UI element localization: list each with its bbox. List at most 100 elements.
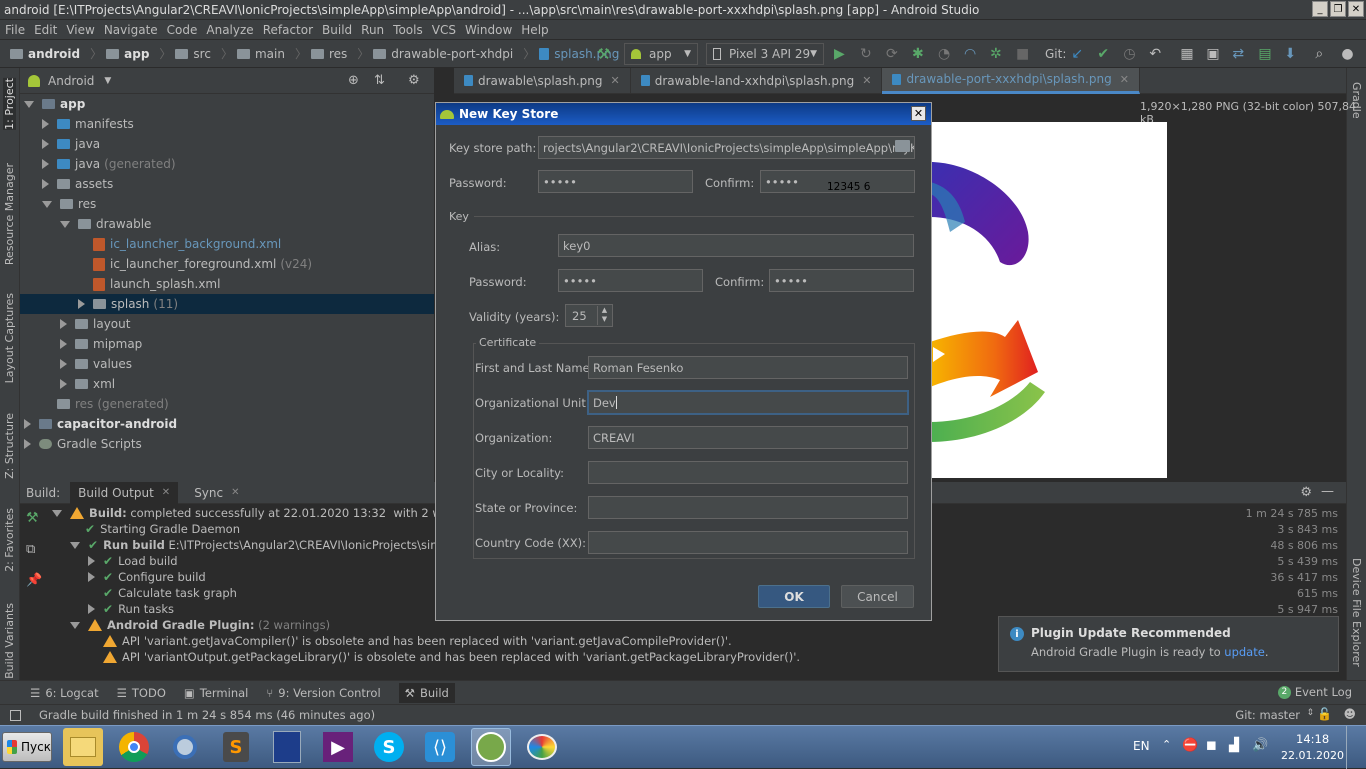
apply-changes-icon[interactable]: ↻: [860, 46, 876, 62]
sdk-manager-icon[interactable]: ⬇: [1284, 46, 1300, 62]
menu-navigate[interactable]: Navigate: [104, 23, 158, 37]
menu-tools[interactable]: Tools: [393, 23, 423, 37]
chevron-right-icon[interactable]: [88, 556, 95, 566]
tray-expand-icon[interactable]: ⌃: [1162, 738, 1171, 751]
run-icon[interactable]: ▶: [834, 46, 850, 62]
menu-edit[interactable]: Edit: [34, 23, 57, 37]
chevron-right-icon[interactable]: [42, 179, 49, 189]
breadcrumb-drawable-port-xhdpi[interactable]: drawable-port-xhdpi: [373, 47, 513, 61]
name-field[interactable]: Roman Fesenko: [588, 356, 908, 379]
chevron-right-icon[interactable]: [42, 119, 49, 129]
tray-volume-icon[interactable]: 🔊: [1252, 738, 1268, 753]
update-link[interactable]: update: [1224, 645, 1265, 659]
tree-item-app[interactable]: app: [20, 94, 434, 114]
project-tool-button[interactable]: 1: Project: [3, 78, 16, 130]
breadcrumb-android[interactable]: android: [10, 47, 80, 61]
skype-icon[interactable]: S: [369, 728, 409, 766]
tree-item-xml[interactable]: xml: [20, 374, 434, 394]
calculator-icon[interactable]: [267, 728, 307, 766]
chevron-down-icon[interactable]: ▼: [104, 76, 111, 86]
chevron-down-icon[interactable]: [24, 100, 34, 108]
start-button[interactable]: Пуск: [2, 732, 52, 762]
toggle-view-icon[interactable]: ⧉: [26, 542, 44, 557]
inspector-icon[interactable]: ☻: [1343, 707, 1356, 721]
tree-item-java[interactable]: java: [20, 134, 434, 154]
close-tab-icon[interactable]: ✕: [862, 74, 871, 87]
git-commit-icon[interactable]: ✔: [1097, 46, 1113, 62]
chevron-down-icon[interactable]: [60, 220, 70, 228]
android-studio-icon[interactable]: [471, 728, 511, 766]
chrome-icon[interactable]: [114, 728, 154, 766]
sync-gradle-icon[interactable]: ⇄: [1232, 46, 1248, 62]
stop-icon[interactable]: ■: [1016, 46, 1032, 62]
minimize-button[interactable]: _: [1312, 1, 1328, 17]
chevron-right-icon[interactable]: [78, 299, 85, 309]
resource-manager-tool-button[interactable]: Resource Manager: [3, 163, 16, 265]
git-rollback-icon[interactable]: ↶: [1149, 46, 1165, 62]
favorites-tool-button[interactable]: 2: Favorites: [3, 508, 16, 572]
chevron-icon[interactable]: ⇕: [1306, 708, 1314, 718]
chevron-down-icon[interactable]: [52, 509, 62, 517]
chevron-right-icon[interactable]: [42, 159, 49, 169]
logcat-tab[interactable]: ☰ 6: Logcat: [30, 686, 99, 700]
chevron-down-icon[interactable]: [42, 200, 52, 208]
project-view-select[interactable]: Android: [48, 74, 94, 88]
ok-button[interactable]: OK: [758, 585, 830, 608]
file-manager-icon[interactable]: [63, 728, 103, 766]
editor-tab-drawable-splash[interactable]: drawable\splash.png ✕: [454, 67, 631, 94]
menu-build[interactable]: Build: [322, 23, 352, 37]
close-tab-icon[interactable]: ✕: [231, 487, 239, 498]
event-log-tab[interactable]: 2 Event Log: [1277, 685, 1352, 699]
clock-date[interactable]: 22.01.2020: [1281, 749, 1344, 762]
chevron-right-icon[interactable]: [42, 139, 49, 149]
gear-icon[interactable]: ⚙: [1300, 485, 1312, 500]
menu-refactor[interactable]: Refactor: [263, 23, 313, 37]
chevron-right-icon[interactable]: [60, 319, 67, 329]
browse-folder-icon[interactable]: [895, 140, 910, 152]
layout-inspector-icon[interactable]: ▣: [1206, 46, 1222, 62]
chevron-right-icon[interactable]: [88, 572, 95, 582]
tree-item-ic-launcher-foreground-xml-gen[interactable]: ic_launcher_foreground.xml (v24): [20, 254, 434, 274]
chevron-right-icon[interactable]: [60, 339, 67, 349]
tree-item-values[interactable]: values: [20, 354, 434, 374]
build-tab[interactable]: ⚒ Build: [398, 682, 455, 703]
key-confirm-field[interactable]: •••••: [769, 269, 914, 292]
tree-item-layout[interactable]: layout: [20, 314, 434, 334]
structure-tool-button[interactable]: Z: Structure: [3, 413, 16, 479]
device-select[interactable]: Pixel 3 API 29 ▼: [706, 43, 824, 65]
tree-item-manifests[interactable]: manifests: [20, 114, 434, 134]
hammer-build-icon[interactable]: ⚒: [597, 46, 613, 62]
breadcrumb-main[interactable]: main: [236, 47, 285, 61]
alias-field[interactable]: key0: [558, 234, 914, 257]
run-config-select[interactable]: app ▼: [624, 43, 698, 65]
tree-item-drawable[interactable]: drawable: [20, 214, 434, 234]
build-variants-tool-button[interactable]: Build Variants: [3, 603, 16, 679]
close-tab-icon[interactable]: ✕: [162, 487, 170, 498]
menu-view[interactable]: View: [66, 23, 94, 37]
chevron-down-icon[interactable]: [70, 621, 80, 629]
state-field[interactable]: [588, 496, 908, 519]
breadcrumb-res[interactable]: res: [310, 47, 347, 61]
store-password-field[interactable]: •••••: [538, 170, 693, 193]
tree-item-res[interactable]: res: [20, 194, 434, 214]
menu-analyze[interactable]: Analyze: [206, 23, 253, 37]
tray-security-icon[interactable]: ◼: [1206, 738, 1217, 753]
spinner-arrows-icon[interactable]: ▲ ▼: [597, 306, 611, 325]
tree-item-splash-gen[interactable]: splash (11): [20, 294, 434, 314]
breadcrumb-app[interactable]: app: [106, 47, 149, 61]
debug-icon[interactable]: ✱: [912, 46, 928, 62]
key-password-field[interactable]: •••••: [558, 269, 703, 292]
toggle-tool-windows-icon[interactable]: [10, 709, 21, 721]
editor-tab-land-splash[interactable]: drawable-land-xxhdpi\splash.png ✕: [631, 67, 883, 94]
key-store-path-field[interactable]: rojects\Angular2\CREAVI\IonicProjects\si…: [538, 136, 915, 159]
tree-item-launch-splash-xml[interactable]: launch_splash.xml: [20, 274, 434, 294]
version-control-tab[interactable]: ⑂ 9: Version Control: [266, 686, 380, 700]
chevron-right-icon[interactable]: [24, 439, 31, 449]
visual-studio-icon[interactable]: ▶: [318, 728, 358, 766]
avd-manager-icon[interactable]: ▤: [1258, 46, 1274, 62]
editor-tab-port-splash[interactable]: drawable-port-xxxhdpi\splash.png ✕: [882, 67, 1140, 94]
tree-item-mipmap[interactable]: mipmap: [20, 334, 434, 354]
tree-item-ic-launcher-background-xml[interactable]: ic_launcher_background.xml: [20, 234, 434, 254]
tray-signal-icon[interactable]: ▟: [1229, 738, 1239, 753]
terminal-tab[interactable]: ▣ Terminal: [184, 686, 248, 700]
